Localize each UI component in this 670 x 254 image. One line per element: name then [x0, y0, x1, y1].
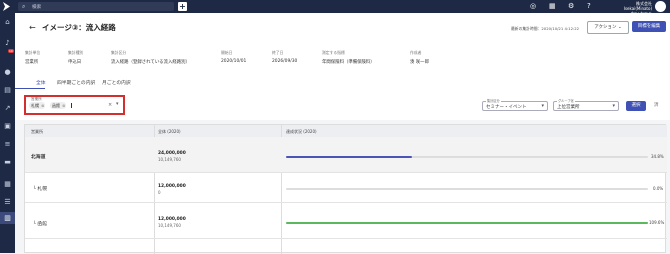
action-button[interactable]: アクション ⌄	[587, 21, 629, 34]
table-row[interactable]: └ 札幌 12,000,000 0 0.0%	[25, 172, 667, 203]
chip-close-icon[interactable]: ⊗	[41, 103, 44, 108]
gear-icon[interactable]: ⚙	[568, 2, 574, 10]
progress-fill	[286, 156, 412, 158]
col-total: 全体 (2020)	[158, 129, 181, 134]
folder-icon[interactable]: ▬	[3, 158, 12, 167]
help-icon[interactable]: ?	[587, 2, 591, 10]
tab-quarterly[interactable]: 四半期ごとの内訳	[57, 79, 95, 86]
meta-category: 集計区分 流入経路（登録されている流入経路別）	[111, 50, 190, 65]
calc-icon[interactable]: ▦	[3, 180, 12, 189]
tab-monthly[interactable]: 月ごとの内訳	[102, 79, 131, 86]
chevron-down-icon: ▾	[541, 103, 544, 109]
back-arrow-icon[interactable]: ←	[29, 23, 36, 32]
extra-button[interactable]: 済	[654, 102, 659, 108]
meta-author: 作成者湊 咲一郎	[410, 50, 429, 65]
tab-overall[interactable]: 全体	[36, 79, 46, 86]
avatar[interactable]	[655, 1, 666, 12]
table-row[interactable]: └ 函館 12,000,000 10,149,760 109.6%	[25, 202, 667, 239]
bell-icon[interactable]: ♪	[3, 39, 12, 48]
meta-metric: 測定する指標 年間保険料（準備保険料）	[322, 50, 375, 65]
document-icon[interactable]: ▤	[3, 86, 12, 95]
home-icon[interactable]: ⌂	[3, 18, 12, 27]
sidebar: ⌂ ♪ 10 ● ▤ ↗ ▣ ≡ ▬ ▦ ☰ ▥	[0, 13, 15, 253]
progress-bar	[286, 156, 648, 158]
progress-fill	[286, 222, 648, 224]
meta-unit: 集計単位 営業所	[25, 50, 41, 65]
chevron-down-icon[interactable]: ▾	[116, 101, 119, 107]
settings-list-icon[interactable]: ☰	[3, 198, 12, 207]
progress-bar	[286, 188, 648, 190]
group-select[interactable]: グループ化 上位営業所 ▾	[553, 98, 619, 111]
page-header: ← イメージ③：流入経路 最新の集計時間：2020/10/21 4:12:22 …	[15, 13, 670, 45]
col-progress: 達成状況 (2020)	[286, 129, 317, 134]
search-input[interactable]: ⌕ 検索	[18, 2, 174, 11]
results-table: 営業所 全体 (2020) 達成状況 (2020) 北海道 24,000,000…	[24, 124, 667, 254]
filter-chip-sapporo[interactable]: 札幌 ⊗	[29, 102, 46, 109]
top-bar: ⌕ 検索 + ◎ ▦ ⚙ ? 株式会社Isekai(Minato) 中川 なつみ	[0, 0, 670, 16]
chart-icon[interactable]: ▥	[0, 212, 15, 224]
text-cursor	[71, 103, 72, 108]
user-icon[interactable]: ●	[3, 68, 12, 77]
last-updated: 最新の集計時間：2020/10/21 4:12:22	[511, 26, 580, 31]
contact-icon[interactable]: ▣	[3, 122, 12, 131]
meta-start: 開始日 2020/10/01	[221, 50, 247, 64]
trend-icon[interactable]: ↗	[3, 104, 12, 113]
chevron-down-icon: ▾	[612, 103, 615, 109]
meta-end: 終了日 2026/09/30	[272, 50, 298, 64]
add-button[interactable]: +	[178, 2, 187, 11]
edit-goal-button[interactable]: 目標を編集	[632, 21, 666, 32]
category-select[interactable]: 集計区分 セミナー・イベント ▾	[482, 98, 548, 111]
col-office: 営業所	[31, 129, 43, 134]
company-name: 株式会社Isekai(Minato)	[623, 1, 652, 11]
table-row[interactable]: 北海道 24,000,000 10,149,760 34.8%	[25, 137, 667, 173]
notification-badge: 10	[8, 49, 14, 53]
check-circle-icon[interactable]: ◎	[530, 2, 536, 10]
tab-bar: 全体 四半期ごとの内訳 月ごとの内訳	[15, 75, 670, 89]
app-logo-icon[interactable]	[3, 2, 10, 11]
clear-icon[interactable]: ×	[108, 102, 112, 108]
progress-bar	[286, 222, 648, 224]
list-icon[interactable]: ≡	[3, 140, 12, 149]
meta-type: 集計種別 申込日	[68, 50, 84, 65]
page-title: イメージ③：流入経路	[42, 23, 116, 32]
filter-chip-hakodate[interactable]: 函館 ⊗	[50, 102, 67, 109]
calendar-icon[interactable]: ▦	[549, 2, 556, 10]
search-icon: ⌕	[22, 3, 26, 10]
select-button[interactable]: 選択	[626, 101, 646, 111]
search-placeholder: 検索	[32, 5, 42, 10]
chip-close-icon[interactable]: ⊗	[62, 103, 65, 108]
report-meta: 集計単位 営業所 集計種別 申込日 集計区分 流入経路（登録されている流入経路別） 開…	[15, 45, 670, 75]
